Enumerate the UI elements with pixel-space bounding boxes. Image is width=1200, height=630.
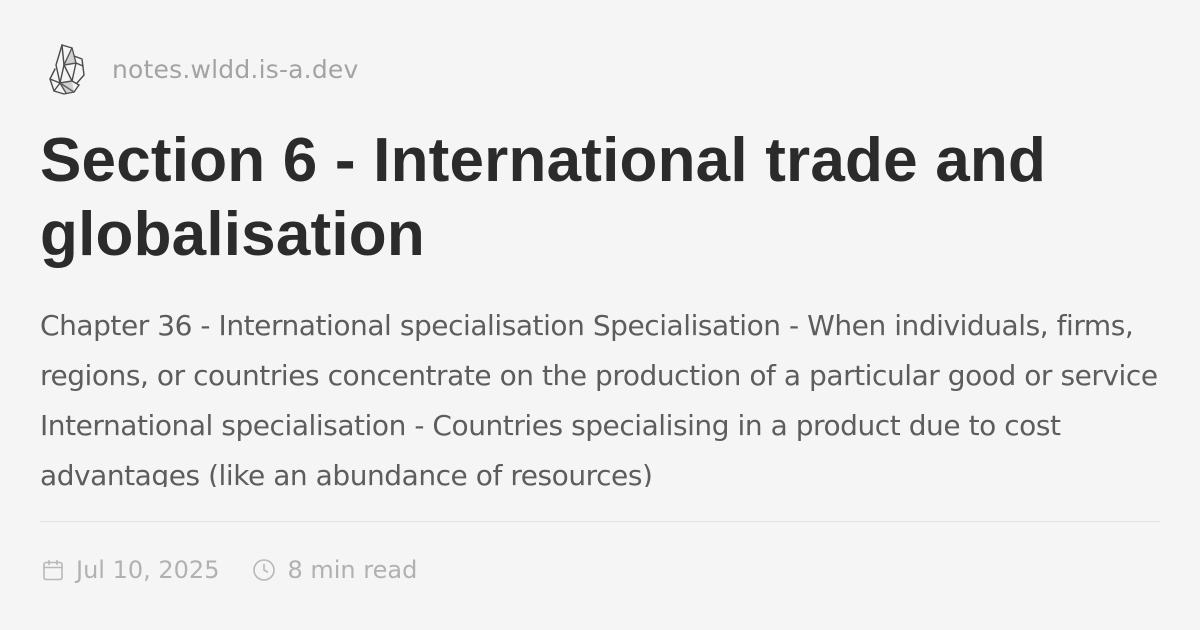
- post-meta: Jul 10, 2025 8 min read: [41, 556, 417, 584]
- clock-icon: [253, 559, 276, 581]
- reading-time: 8 min read: [252, 556, 417, 584]
- site-header[interactable]: notes.wldd.is-a.dev: [46, 41, 358, 97]
- publish-date-text: Jul 10, 2025: [76, 556, 220, 584]
- post-title: Section 6 - International trade and glob…: [40, 126, 1047, 269]
- site-name[interactable]: notes.wldd.is-a.dev: [112, 55, 358, 84]
- reading-time-text: 8 min read: [287, 556, 418, 584]
- crystal-cluster-icon: [49, 44, 85, 95]
- og-card: notes.wldd.is-a.dev Section 6 - Internat…: [0, 0, 1200, 630]
- publish-date: Jul 10, 2025: [41, 556, 219, 584]
- calendar-icon: [43, 559, 63, 581]
- divider: [40, 521, 1160, 522]
- post-excerpt: Chapter 36 - International specialisatio…: [40, 309, 1158, 487]
